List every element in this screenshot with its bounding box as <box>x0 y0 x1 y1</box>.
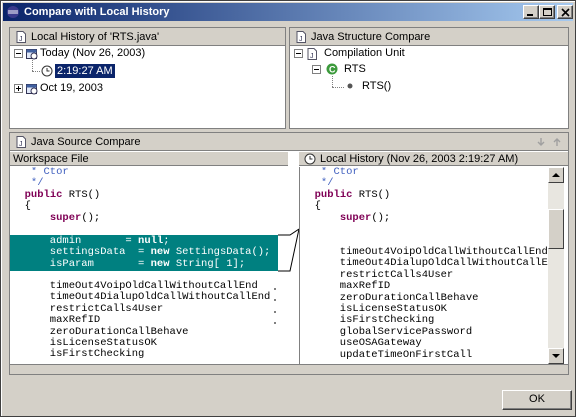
code-line: super(); <box>49 211 101 224</box>
structure-compare-header: J Java Structure Compare <box>290 28 568 46</box>
workspace-file-title: Workspace File <box>13 153 89 165</box>
workspace-code-editor[interactable]: * Ctor */ public RTS() { super(); admin … <box>10 167 278 364</box>
horizontal-scrollbar[interactable] <box>10 364 568 374</box>
svg-text:J: J <box>299 36 303 43</box>
workspace-file-header: Workspace File <box>10 152 288 166</box>
method-icon <box>347 83 353 89</box>
previous-difference-icon[interactable] <box>552 137 562 147</box>
change-marker <box>274 311 276 313</box>
calendar-icon <box>26 84 38 95</box>
close-icon <box>561 8 570 17</box>
scroll-up-button[interactable] <box>548 167 564 183</box>
expand-toggle-compilation-unit[interactable] <box>294 49 303 58</box>
clock-icon <box>41 65 53 77</box>
svg-text:C: C <box>329 65 336 75</box>
tree-connector <box>332 87 344 88</box>
window-title: Compare with Local History <box>24 6 170 18</box>
code-line: super(); <box>339 211 391 224</box>
arrow-up-icon <box>552 173 560 177</box>
code-block: timeOut4VoipOldCallWithoutCallEnd timeOu… <box>302 246 548 361</box>
java-file-icon: J <box>16 136 26 148</box>
code-block: * Ctor */ public RTS() { super(); <box>12 167 101 224</box>
arrow-down-icon <box>552 354 560 358</box>
structure-compare-panel: J Java Structure Compare J Compilation U… <box>289 27 569 129</box>
expand-toggle-rts[interactable] <box>312 65 321 74</box>
next-difference-icon[interactable] <box>536 137 546 147</box>
svg-text:J: J <box>19 36 23 43</box>
change-marker <box>274 299 276 301</box>
title-bar[interactable]: Compare with Local History <box>3 3 573 21</box>
close-button[interactable] <box>557 5 573 19</box>
local-history-header: J Local History of 'RTS.java' <box>10 28 285 46</box>
code-line: updateTimeOnFirstCall <box>302 348 473 361</box>
code-block: * Ctor */ public RTS() { super(); <box>302 167 391 224</box>
source-compare-title: Java Source Compare <box>31 136 141 148</box>
structure-compare-title: Java Structure Compare <box>311 31 431 43</box>
expand-toggle-oct19[interactable] <box>14 84 23 93</box>
local-history-panel: J Local History of 'RTS.java' Today (Nov… <box>9 27 286 129</box>
eclipse-icon <box>7 6 19 18</box>
local-history-code-editor[interactable]: * Ctor */ public RTS() { super(); timeOu… <box>299 167 548 364</box>
maximize-icon <box>543 8 552 16</box>
tree-connector <box>332 76 333 87</box>
java-file-icon: J <box>16 31 26 43</box>
expand-toggle-today[interactable] <box>14 49 23 58</box>
tree-connector <box>32 71 40 72</box>
scroll-down-button[interactable] <box>548 348 564 364</box>
change-marker <box>274 322 276 324</box>
diff-connector <box>278 228 299 272</box>
tree-connector <box>32 60 33 71</box>
source-compare-header: J Java Source Compare <box>10 133 568 151</box>
source-compare-panel: J Java Source Compare Workspace File Loc… <box>9 132 569 375</box>
local-history-title: Local History of 'RTS.java' <box>31 31 160 43</box>
java-file-icon: J <box>296 31 306 43</box>
calendar-icon <box>26 49 38 60</box>
code-line: maxRefID <box>302 280 391 293</box>
change-marker <box>274 288 276 290</box>
class-icon: C <box>326 63 338 75</box>
local-history-source-title: Local History (Nov 26, 2003 2:19:27 AM) <box>320 153 519 165</box>
code-line: isParam = new String[ 1]; <box>12 257 246 270</box>
scroll-thumb[interactable] <box>548 209 564 249</box>
ok-button[interactable]: OK <box>502 390 572 410</box>
minimize-icon <box>527 14 533 16</box>
vertical-scrollbar[interactable] <box>548 167 564 364</box>
code-line: isFirstChecking <box>12 348 145 361</box>
code-line: maxRefID <box>12 314 101 327</box>
maximize-button[interactable] <box>539 5 555 19</box>
code-line: useOSAGateway <box>302 337 422 350</box>
svg-text:J: J <box>19 141 23 148</box>
compare-dialog: Compare with Local History J Local Histo… <box>0 0 576 417</box>
java-file-icon: J <box>307 48 317 60</box>
code-block: timeOut4VoipOldCallWithoutCallEnd timeOu… <box>12 280 271 361</box>
svg-text:J: J <box>310 53 314 60</box>
changed-code-block: admin = null; settingsData = new Setting… <box>12 235 271 270</box>
local-history-source-header: Local History (Nov 26, 2003 2:19:27 AM) <box>299 152 568 166</box>
clock-icon <box>304 153 316 165</box>
minimize-button[interactable] <box>523 5 539 19</box>
